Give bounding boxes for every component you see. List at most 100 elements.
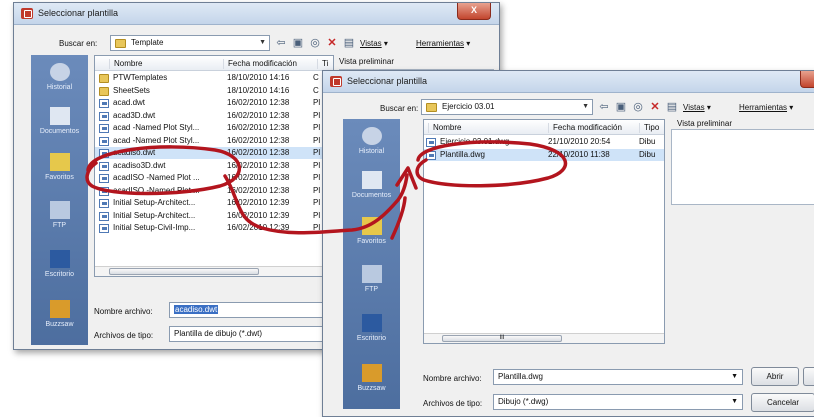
scroll-thumb[interactable]: III xyxy=(442,335,562,342)
file-date: 22/10/2010 11:38 xyxy=(548,149,610,159)
desktop-icon xyxy=(49,250,70,268)
file-row[interactable]: acadISO -Named Plot ... 16/02/2010 12:38 P… xyxy=(95,185,333,197)
file-row[interactable]: PTWTemplates 18/10/2010 14:16 C xyxy=(95,72,333,84)
column-name[interactable]: Nombre xyxy=(428,123,461,133)
ftp-icon xyxy=(49,201,70,219)
folder-icon xyxy=(426,103,437,112)
filetype-select[interactable]: Dibujo (*.dwg) ▼ xyxy=(493,394,743,410)
place-history[interactable]: Historial xyxy=(343,127,400,155)
file-row[interactable]: Ejercicio 03.01.dwg 21/10/2010 20:54 Dibu xyxy=(424,136,664,148)
back-icon[interactable]: ⇦ xyxy=(597,100,611,114)
file-row[interactable]: acad -Named Plot Styl... 16/02/2010 12:38… xyxy=(95,135,333,147)
file-row[interactable]: acadISO -Named Plot ... 16/02/2010 12:38 P… xyxy=(95,172,333,184)
file-row[interactable]: Initial Setup-Civil-Imp... 16/02/2010 12:… xyxy=(95,222,333,234)
file-list[interactable]: Nombre Fecha modificación Ti PTWTemplate… xyxy=(94,55,334,277)
back-icon[interactable]: ⇦ xyxy=(274,36,288,50)
horizontal-scrollbar[interactable] xyxy=(95,266,333,276)
look-in-combo[interactable]: Ejercicio 03.01 ▼ xyxy=(421,99,593,115)
places-bar: Historial Documentos Favoritos FTP Escri… xyxy=(343,119,400,409)
drawing-file-icon xyxy=(99,124,109,133)
open-dropdown-button[interactable] xyxy=(803,367,814,386)
dialog-title: Seleccionar plantilla xyxy=(38,8,119,18)
filename-input[interactable]: Plantilla.dwg ▼ xyxy=(493,369,743,385)
column-type[interactable]: Ti xyxy=(317,59,328,69)
folder-icon xyxy=(115,39,126,48)
select-template-dialog-front: Seleccionar plantilla Buscar en: Ejercic… xyxy=(322,70,814,417)
open-button[interactable]: Abrir xyxy=(751,367,799,386)
horizontal-scrollbar[interactable]: III xyxy=(424,333,664,343)
drawing-file-icon xyxy=(99,186,109,196)
search-web-icon[interactable]: ◎ xyxy=(308,36,322,50)
place-history[interactable]: Historial xyxy=(31,63,88,91)
close-button[interactable]: X xyxy=(457,3,491,20)
drawing-file-icon xyxy=(99,99,109,108)
file-row[interactable]: acad.dwt 16/02/2010 12:38 Pl xyxy=(95,97,333,109)
file-list-header: Nombre Fecha modificación Ti xyxy=(95,56,333,71)
drawing-file-icon xyxy=(99,199,109,208)
file-list[interactable]: Nombre Fecha modificación Tipo Ejercicio… xyxy=(423,119,665,344)
place-favorites[interactable]: Favoritos xyxy=(31,153,88,181)
preview-label: Vista preliminar xyxy=(339,57,394,66)
file-date: 16/02/2010 12:38 xyxy=(227,185,290,195)
place-ftp[interactable]: FTP xyxy=(343,265,400,293)
look-in-label: Buscar en: xyxy=(380,104,419,113)
column-date[interactable]: Fecha modificación xyxy=(548,123,622,133)
scroll-thumb[interactable] xyxy=(109,268,259,275)
file-row[interactable]: Initial Setup-Architect... 16/02/2010 12:… xyxy=(95,210,333,222)
drawing-file-icon xyxy=(99,224,109,233)
chevron-down-icon: ▼ xyxy=(731,398,738,405)
place-desktop[interactable]: Escritorio xyxy=(31,250,88,278)
preview-label: Vista preliminar xyxy=(677,119,732,128)
place-buzzsaw[interactable]: Buzzsaw xyxy=(343,364,400,392)
file-name: acadiso.dwt xyxy=(99,147,217,159)
file-row[interactable]: acadiso3D.dwt 16/02/2010 12:38 Pl xyxy=(95,160,333,172)
file-name: acad3D.dwt xyxy=(99,110,217,122)
file-row[interactable]: Plantilla.dwg 22/10/2010 11:38 Dibu xyxy=(424,148,664,161)
look-in-label: Buscar en: xyxy=(59,39,98,48)
delete-icon[interactable]: ✕ xyxy=(648,100,662,114)
favorites-star-icon xyxy=(49,153,70,171)
place-documents[interactable]: Documentos xyxy=(31,107,88,135)
file-row[interactable]: SheetSets 18/10/2010 14:16 C xyxy=(95,85,333,97)
column-name[interactable]: Nombre xyxy=(109,59,142,69)
drawing-file-icon xyxy=(99,111,109,121)
file-date: 16/02/2010 12:38 xyxy=(227,135,290,145)
file-row[interactable]: acadiso.dwt 16/02/2010 12:38 Pl xyxy=(95,147,333,159)
place-ftp[interactable]: FTP xyxy=(31,201,88,229)
close-button[interactable] xyxy=(800,71,814,88)
file-row[interactable]: Initial Setup-Architect... 16/02/2010 12:… xyxy=(95,197,333,209)
search-web-icon[interactable]: ◎ xyxy=(631,100,645,114)
file-name: Initial Setup-Architect... xyxy=(99,210,217,222)
file-name: acad -Named Plot Styl... xyxy=(99,135,217,147)
place-desktop[interactable]: Escritorio xyxy=(343,314,400,342)
up-folder-icon[interactable]: ▣ xyxy=(614,100,628,114)
tools-menu[interactable]: Herramientas ▾ xyxy=(739,103,793,112)
place-buzzsaw[interactable]: Buzzsaw xyxy=(31,300,88,328)
place-favorites[interactable]: Favoritos xyxy=(343,217,400,245)
up-folder-icon[interactable]: ▣ xyxy=(291,36,305,50)
views-menu[interactable]: Vistas ▾ xyxy=(360,39,388,48)
column-date[interactable]: Fecha modificación xyxy=(223,59,297,69)
places-bar: Historial Documentos Favoritos FTP Escri… xyxy=(31,55,88,345)
cancel-button[interactable]: Cancelar xyxy=(751,393,814,412)
chevron-down-icon: ▼ xyxy=(582,103,589,110)
file-date: 16/02/2010 12:38 xyxy=(227,98,290,107)
ftp-icon xyxy=(361,265,382,283)
file-list-header: Nombre Fecha modificación Tipo xyxy=(424,120,664,135)
new-folder-icon[interactable]: ▤ xyxy=(665,100,679,114)
drawing-file-icon xyxy=(99,149,109,158)
desktop-icon xyxy=(361,314,382,332)
look-in-combo[interactable]: Template ▼ xyxy=(110,35,270,51)
new-folder-icon[interactable]: ▤ xyxy=(342,36,356,50)
place-documents[interactable]: Documentos xyxy=(343,171,400,199)
look-in-value: Ejercicio 03.01 xyxy=(442,102,495,111)
delete-icon[interactable]: ✕ xyxy=(325,36,339,50)
file-row[interactable]: acad -Named Plot Styl... 16/02/2010 12:38… xyxy=(95,122,333,134)
file-date: 18/10/2010 14:16 xyxy=(227,85,290,95)
column-type[interactable]: Tipo xyxy=(639,123,659,133)
file-row[interactable]: acad3D.dwt 16/02/2010 12:38 Pl xyxy=(95,110,333,122)
filetype-label: Archivos de tipo: xyxy=(423,399,483,408)
file-name: acadiso3D.dwt xyxy=(99,160,217,172)
views-menu[interactable]: Vistas ▾ xyxy=(683,103,711,112)
tools-menu[interactable]: Herramientas ▾ xyxy=(416,39,470,48)
